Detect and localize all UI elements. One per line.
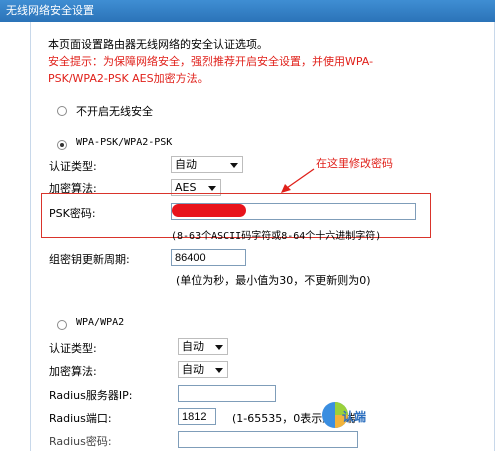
chevron-down-icon [230,163,238,168]
psk-key-label: PSK密码: [49,207,96,220]
radius-password-input[interactable] [178,431,358,448]
radius-ip-input[interactable] [178,385,276,402]
wpa-enc-label: 加密算法: [49,365,97,378]
redaction-scribble [172,204,246,217]
security-tip-line1: 安全提示：为保障网络安全，强烈推荐开启安全设置，并使用WPA- [48,55,374,68]
chevron-down-icon [215,368,223,373]
group-key-label: 组密钥更新周期: [49,253,130,266]
annotation-text: 在这里修改密码 [316,157,393,170]
radius-port-input[interactable] [178,408,216,425]
group-key-input[interactable] [171,249,246,266]
window-title: 无线网络安全设置 [0,0,495,22]
psk-auth-value: 自动 [175,158,197,171]
watermark: 认端 [320,398,378,432]
psk-auth-select[interactable]: 自动 [171,156,243,173]
wpa-auth-label: 认证类型: [49,342,97,355]
intro-text: 本页面设置路由器无线网络的安全认证选项。 [48,38,268,51]
radio-disable-security[interactable] [57,106,67,116]
psk-key-hint: (8-63个ASCII码字符或8-64个十六进制字符) [171,231,382,242]
psk-auth-label: 认证类型: [49,160,97,173]
radio-wpa-psk-label: WPA-PSK/WPA2-PSK [76,137,173,148]
wpa-enc-value: 自动 [182,363,204,376]
security-tip-line2: PSK/WPA2-PSK AES加密方法。 [48,72,209,85]
radio-wpa-label: WPA/WPA2 [76,317,125,328]
radio-wpa[interactable] [57,320,67,330]
annotation-arrow-icon [281,168,315,193]
chevron-down-icon [215,345,223,350]
radius-password-label: Radius密码: [49,435,112,448]
radius-ip-label: Radius服务器IP: [49,389,133,402]
radio-wpa-psk[interactable] [57,140,67,150]
wpa-auth-value: 自动 [182,340,204,353]
wpa-auth-select[interactable]: 自动 [178,338,228,355]
wpa-enc-select[interactable]: 自动 [178,361,228,378]
radius-port-label: Radius端口: [49,412,112,425]
radio-disable-label: 不开启无线安全 [76,105,153,118]
watermark-text: 认端 [342,410,367,424]
chevron-down-icon [208,186,216,191]
group-key-hint: (单位为秒，最小值为30，不更新则为0) [176,274,371,287]
